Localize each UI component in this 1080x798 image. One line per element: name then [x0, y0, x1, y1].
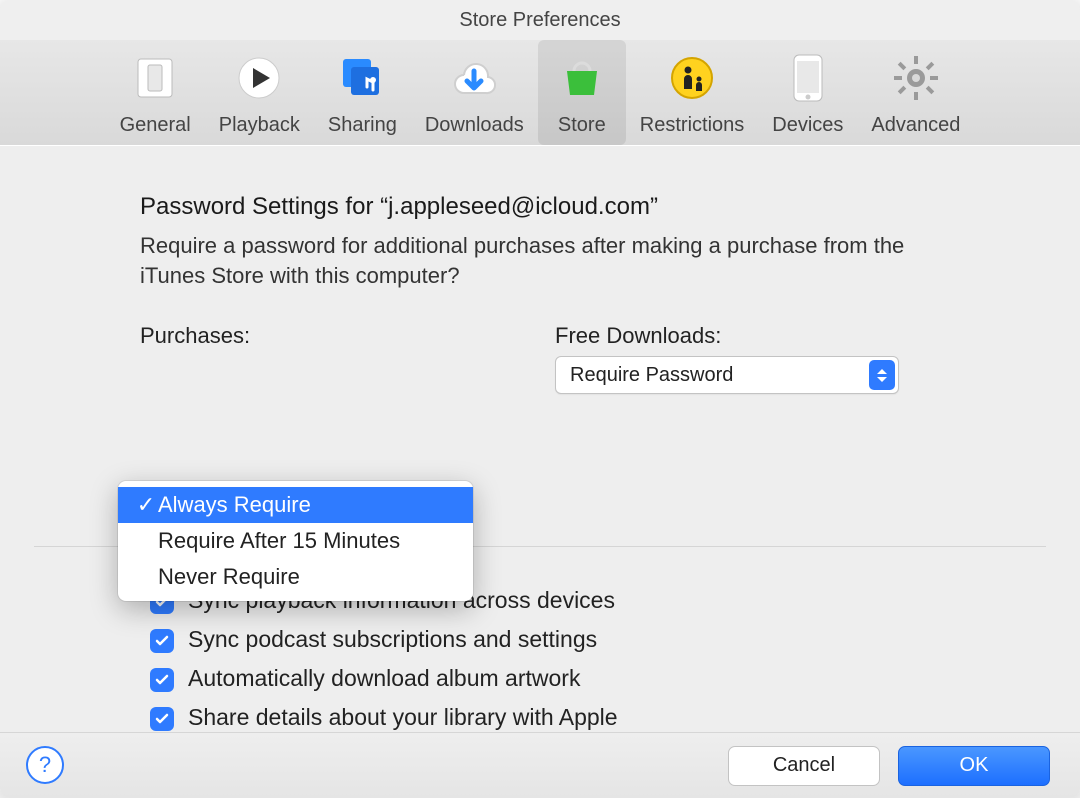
option-label: Require After 15 Minutes	[158, 528, 400, 554]
cancel-button[interactable]: Cancel	[728, 746, 880, 786]
purchases-label: Purchases:	[140, 321, 545, 351]
tab-label: General	[120, 114, 191, 137]
devices-icon	[778, 48, 838, 108]
tab-devices[interactable]: Devices	[758, 40, 857, 145]
tab-label: Restrictions	[640, 114, 744, 137]
tab-store[interactable]: Store	[538, 40, 626, 145]
ok-button[interactable]: OK	[898, 746, 1050, 786]
help-button[interactable]: ?	[26, 746, 64, 784]
tab-restrictions[interactable]: Restrictions	[626, 40, 758, 145]
window-title: Store Preferences	[0, 0, 1080, 40]
dropdown-option-never-require[interactable]: Never Require	[118, 559, 473, 595]
free-downloads-label: Free Downloads:	[555, 321, 960, 351]
downloads-icon	[444, 48, 504, 108]
option-label: Always Require	[158, 492, 311, 518]
checkbox-sync-podcast[interactable]: Sync podcast subscriptions and settings	[150, 626, 1000, 653]
select-stepper-icon	[869, 360, 895, 390]
tab-label: Playback	[219, 114, 300, 137]
checkbox-share-library[interactable]: Share details about your library with Ap…	[150, 704, 1000, 731]
tab-playback[interactable]: Playback	[205, 40, 314, 145]
checkbox-label: Share details about your library with Ap…	[188, 704, 618, 731]
checkbox-label: Automatically download album artwork	[188, 665, 580, 692]
window-title-text: Store Preferences	[459, 9, 620, 32]
tab-general[interactable]: General	[106, 40, 205, 145]
tab-label: Store	[558, 114, 606, 137]
playback-icon	[229, 48, 289, 108]
dropdown-option-require-after-15[interactable]: Require After 15 Minutes	[118, 523, 473, 559]
checkbox-auto-artwork[interactable]: Automatically download album artwork	[150, 665, 1000, 692]
tab-label: Sharing	[328, 114, 397, 137]
checkbox-icon	[150, 668, 174, 692]
preferences-toolbar: General Playback Sharing Downloads	[0, 40, 1080, 146]
button-label: Cancel	[773, 754, 835, 777]
tab-label: Downloads	[425, 114, 524, 137]
option-label: Never Require	[158, 564, 300, 590]
advanced-icon	[886, 48, 946, 108]
free-downloads-value: Require Password	[570, 362, 733, 389]
store-icon	[552, 48, 612, 108]
tab-label: Advanced	[871, 114, 960, 137]
tab-downloads[interactable]: Downloads	[411, 40, 538, 145]
checkbox-icon	[150, 629, 174, 653]
content-pane: Password Settings for “j.appleseed@iclou…	[0, 145, 1080, 798]
free-downloads-select[interactable]: Require Password	[555, 356, 899, 394]
tab-sharing[interactable]: Sharing	[314, 40, 411, 145]
check-icon: ✓	[134, 492, 158, 518]
preferences-window: Store Preferences General Playback Shari…	[0, 0, 1080, 798]
restrictions-icon	[662, 48, 722, 108]
checkbox-label: Sync podcast subscriptions and settings	[188, 626, 597, 653]
dropdown-option-always-require[interactable]: ✓ Always Require	[118, 487, 473, 523]
tab-label: Devices	[772, 114, 843, 137]
general-icon	[125, 48, 185, 108]
button-label: OK	[960, 754, 989, 777]
purchases-dropdown-menu: ✓ Always Require Require After 15 Minute…	[118, 481, 473, 601]
sharing-icon	[332, 48, 392, 108]
help-icon: ?	[39, 752, 51, 778]
checkbox-icon	[150, 707, 174, 731]
section-heading: Password Settings for “j.appleseed@iclou…	[140, 191, 960, 223]
footer-bar: ? Cancel OK	[0, 732, 1080, 798]
section-description: Require a password for additional purcha…	[140, 231, 940, 290]
tab-advanced[interactable]: Advanced	[857, 40, 974, 145]
